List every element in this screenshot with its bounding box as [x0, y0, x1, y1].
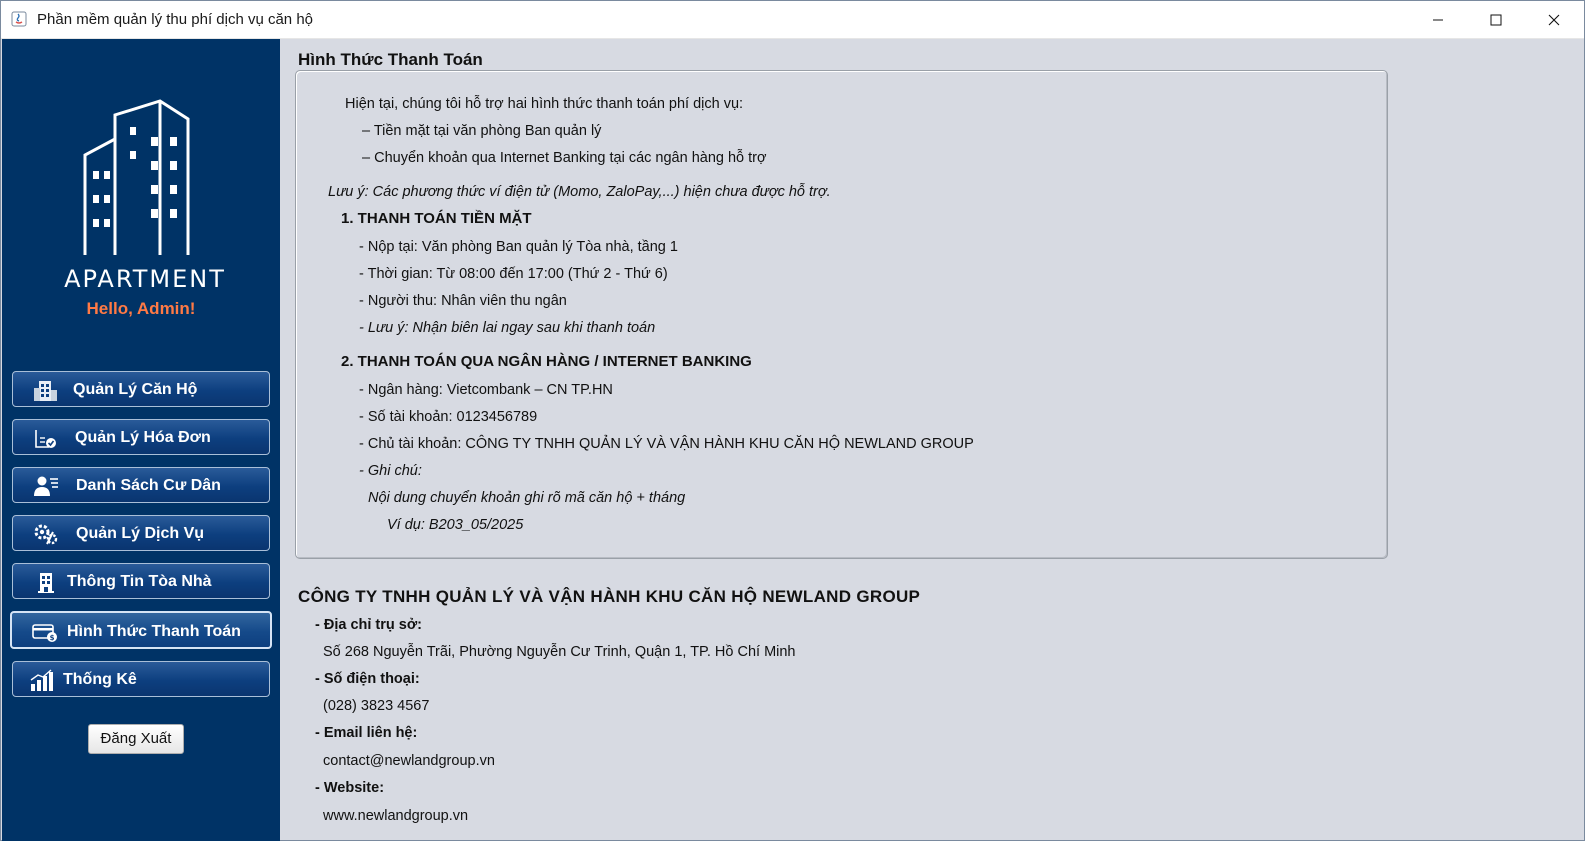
bank-note-example: Ví dụ: B203_05/2025: [387, 517, 524, 533]
cash-heading: 1. THANH TOÁN TIỀN MẶT: [341, 210, 532, 227]
bank-account-number: - Số tài khoản: 0123456789: [359, 409, 538, 425]
apartment-logo-icon: [83, 99, 190, 255]
close-button[interactable]: [1525, 1, 1583, 38]
website-label: - Website:: [315, 780, 385, 796]
option-transfer: – Chuyển khoản qua Internet Banking tại …: [362, 150, 767, 166]
tower-icon: [38, 573, 54, 593]
window-title: Phần mềm quản lý thu phí dịch vụ căn hộ: [37, 11, 314, 28]
nav-service-management[interactable]: Quản Lý Dịch Vụ: [12, 515, 270, 551]
nav-building-info[interactable]: Thông Tin Tòa Nhà: [12, 563, 270, 599]
nav-apartment-management[interactable]: Quản Lý Căn Hộ: [12, 371, 270, 407]
service-gears-icon: [34, 524, 58, 545]
nav-resident-list[interactable]: Danh Sách Cư Dân: [12, 467, 270, 503]
greeting-text: Hello, Admin!: [86, 299, 196, 318]
cash-place: - Nộp tại: Văn phòng Ban quản lý Tòa nhà…: [359, 239, 678, 255]
email-value: contact@newlandgroup.vn: [323, 753, 495, 769]
minimize-icon: [1433, 19, 1443, 20]
nav-label: Hình Thức Thanh Toán: [67, 623, 241, 640]
nav-label: Quản Lý Hóa Đơn: [75, 429, 211, 446]
svg-text:$: $: [50, 634, 55, 642]
phone-label: - Số điện thoại:: [315, 671, 420, 687]
bank-heading: 2. THANH TOÁN QUA NGÂN HÀNG / INTERNET B…: [341, 353, 752, 370]
maximize-button[interactable]: [1467, 1, 1525, 38]
option-cash: – Tiền mặt tại văn phòng Ban quản lý: [362, 123, 602, 139]
ewallet-note: Lưu ý: Các phương thức ví điện tử (Momo,…: [328, 184, 831, 200]
address-value: Số 268 Nguyễn Trãi, Phường Nguyễn Cư Tri…: [323, 644, 796, 660]
logout-button[interactable]: Đăng Xuất: [88, 724, 184, 754]
nav-statistics[interactable]: Thống Kê: [12, 661, 270, 697]
nav-label: Thống Kê: [63, 671, 137, 688]
website-value: www.newlandgroup.vn: [323, 808, 469, 824]
cash-time: - Thời gian: Từ 08:00 đến 17:00 (Thứ 2 -…: [359, 266, 668, 282]
nav-label: Quản Lý Căn Hộ: [73, 381, 198, 398]
payment-card-icon: $: [32, 624, 57, 642]
main-content: Hình Thức Thanh Toán Hiện tại, chúng tôi…: [281, 39, 1584, 840]
page-title: Hình Thức Thanh Toán: [298, 50, 483, 69]
cash-collector: - Người thu: Nhân viên thu ngân: [359, 293, 567, 309]
java-app-icon: [11, 11, 27, 27]
bank-note-text: Nội dung chuyển khoản ghi rõ mã căn hộ +…: [368, 490, 686, 506]
nav-label: Thông Tin Tòa Nhà: [67, 573, 212, 590]
building-icon: [34, 381, 57, 401]
company-name: CÔNG TY TNHH QUẢN LÝ VÀ VẬN HÀNH KHU CĂN…: [298, 587, 921, 606]
payment-info-panel: Hiện tại, chúng tôi hỗ trợ hai hình thức…: [295, 70, 1388, 559]
maximize-icon: [1490, 14, 1502, 25]
address-label: - Địa chỉ trụ sở:: [315, 617, 422, 633]
resident-list-icon: [34, 476, 58, 496]
bank-note-label: - Ghi chú:: [359, 463, 422, 479]
minimize-button[interactable]: [1409, 1, 1467, 38]
cash-note: - Lưu ý: Nhận biên lai ngay sau khi than…: [359, 320, 656, 336]
nav-label: Danh Sách Cư Dân: [76, 477, 221, 494]
sidebar: APARTMENT Hello, Admin! Quản Lý Căn Hộ Q…: [2, 39, 280, 841]
nav-label: Quản Lý Dịch Vụ: [76, 525, 205, 542]
logo-text: APARTMENT: [64, 265, 226, 293]
bank-name: - Ngân hàng: Vietcombank – CN TP.HN: [359, 382, 613, 398]
invoice-icon: [35, 430, 56, 448]
nav-invoice-management[interactable]: Quản Lý Hóa Đơn: [12, 419, 270, 455]
bank-account-holder: - Chủ tài khoản: CÔNG TY TNHH QUẢN LÝ VÀ…: [359, 436, 974, 452]
email-label: - Email liên hệ:: [315, 725, 418, 741]
app-window: Phần mềm quản lý thu phí dịch vụ căn hộ: [0, 0, 1585, 841]
close-icon: [1548, 14, 1560, 25]
title-bar: Phần mềm quản lý thu phí dịch vụ căn hộ: [1, 1, 1584, 39]
intro-text: Hiện tại, chúng tôi hỗ trợ hai hình thức…: [345, 96, 744, 112]
nav-payment-methods[interactable]: $ Hình Thức Thanh Toán: [10, 611, 272, 649]
bar-chart-icon: [30, 669, 53, 691]
phone-value: (028) 3823 4567: [323, 698, 430, 714]
